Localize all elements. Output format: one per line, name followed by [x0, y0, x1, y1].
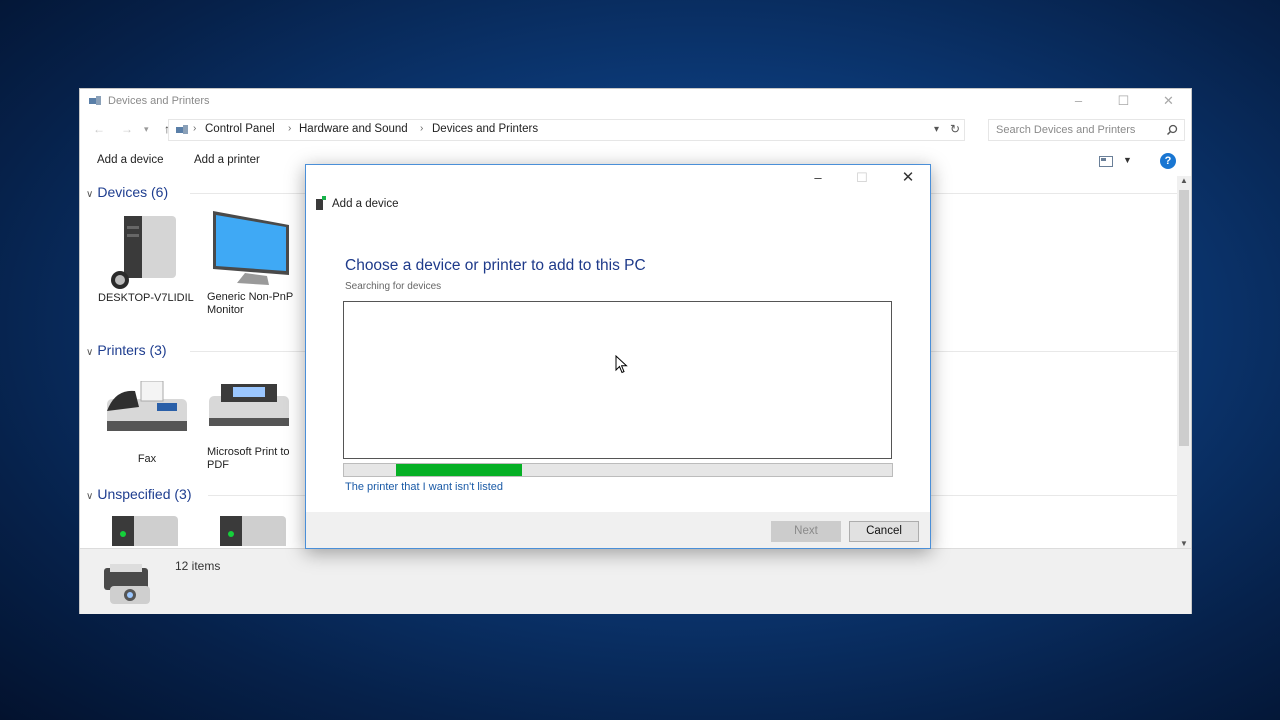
chevron-down-icon: ∨	[86, 189, 94, 200]
fax-icon	[107, 380, 187, 431]
dialog-footer: Next Cancel	[306, 512, 930, 548]
devices-printers-icon	[104, 564, 150, 604]
device-label: Microsoft Print to PDF	[207, 446, 290, 471]
vertical-scrollbar[interactable]: ▲ ▼	[1177, 176, 1191, 548]
device-item-monitor[interactable]: Generic Non-PnP Monitor	[207, 211, 305, 317]
printer-icon	[209, 384, 289, 426]
breadcrumb-separator-icon: ›	[288, 123, 292, 134]
search-box[interactable]: Search Devices and Printers	[988, 119, 1185, 141]
view-options-icon[interactable]	[1099, 156, 1113, 167]
back-icon[interactable]: ←	[93, 122, 105, 136]
mouse-cursor-icon	[615, 355, 628, 374]
search-status: Searching for devices	[345, 281, 442, 292]
dialog-maximize-button: ☐	[856, 170, 868, 185]
unspecified-device-icon[interactable]	[110, 516, 180, 546]
help-icon[interactable]: ?	[1160, 153, 1176, 169]
scroll-down-icon[interactable]: ▼	[1180, 539, 1188, 548]
scrollbar-thumb[interactable]	[1179, 190, 1189, 446]
minimize-button[interactable]: –	[1056, 89, 1101, 113]
progress-fill	[396, 464, 523, 476]
device-label: DESKTOP-V7LIDIL	[98, 292, 194, 304]
chevron-down-icon: ∨	[86, 491, 94, 502]
search-icon	[1166, 124, 1178, 136]
breadcrumb-hardware-and-sound[interactable]: Hardware and Sound	[299, 123, 408, 135]
breadcrumb-devices-and-printers[interactable]: Devices and Printers	[432, 123, 538, 135]
device-item-fax[interactable]: Fax	[102, 380, 192, 466]
add-device-dialog: – ☐ ✕ Add a device Choose a device or pr…	[305, 164, 931, 549]
control-panel-icon	[176, 125, 188, 134]
group-header-unspecified[interactable]: ∨ Unspecified (3)	[86, 486, 191, 502]
device-item-print-to-pdf[interactable]: Microsoft Print to PDF	[207, 384, 305, 472]
device-label: Generic Non-PnP Monitor	[207, 291, 294, 316]
group-header-printers[interactable]: ∨ Printers (3)	[86, 342, 167, 358]
breadcrumb-separator-icon: ›	[420, 123, 424, 134]
address-bar[interactable]: › Control Panel › Hardware and Sound › D…	[168, 119, 965, 141]
device-label: Fax	[137, 453, 157, 465]
item-count: 12 items	[175, 559, 221, 573]
dialog-close-button[interactable]: ✕	[888, 165, 928, 191]
add-device-icon	[316, 196, 326, 210]
printer-not-listed-link[interactable]: The printer that I want isn't listed	[345, 481, 503, 493]
recent-chevron-icon[interactable]: ▾	[144, 124, 149, 135]
view-dropdown-icon[interactable]: ▼	[1123, 155, 1132, 165]
unspecified-device-icon[interactable]	[218, 516, 288, 546]
scroll-up-icon[interactable]: ▲	[1180, 176, 1188, 185]
device-results-list[interactable]	[343, 301, 892, 459]
add-a-device-button[interactable]: Add a device	[97, 154, 164, 166]
forward-icon[interactable]: →	[121, 122, 133, 136]
maximize-button[interactable]: ☐	[1101, 89, 1146, 113]
dialog-minimize-button[interactable]: –	[798, 165, 838, 191]
dialog-title: Add a device	[332, 198, 399, 210]
monitor-icon	[213, 211, 289, 285]
address-row: ← → ▾ ↑ › Control Panel › Hardware and S…	[88, 119, 1191, 141]
refresh-icon[interactable]: ↻	[950, 122, 960, 136]
close-button[interactable]: ✕	[1146, 89, 1191, 113]
cancel-button[interactable]: Cancel	[849, 521, 919, 542]
address-dropdown-icon[interactable]: ▾	[934, 124, 939, 135]
device-item-desktop[interactable]: DESKTOP-V7LIDIL	[98, 216, 198, 305]
search-input[interactable]: Search Devices and Printers	[996, 124, 1135, 136]
search-progress-bar	[343, 463, 893, 477]
add-a-printer-button[interactable]: Add a printer	[194, 154, 260, 166]
window-titlebar: Devices and Printers – ☐ ✕	[80, 89, 1191, 113]
breadcrumb-control-panel[interactable]: Control Panel	[205, 123, 275, 135]
dialog-heading: Choose a device or printer to add to thi…	[345, 257, 646, 274]
next-button[interactable]: Next	[771, 521, 841, 542]
window-title: Devices and Printers	[108, 95, 210, 107]
chevron-down-icon: ∨	[86, 347, 94, 358]
devices-printers-icon	[89, 96, 101, 105]
breadcrumb-separator-icon: ›	[193, 123, 197, 134]
details-pane: 12 items	[80, 548, 1191, 614]
computer-tower-icon	[111, 216, 176, 289]
group-header-devices[interactable]: ∨ Devices (6)	[86, 184, 168, 200]
